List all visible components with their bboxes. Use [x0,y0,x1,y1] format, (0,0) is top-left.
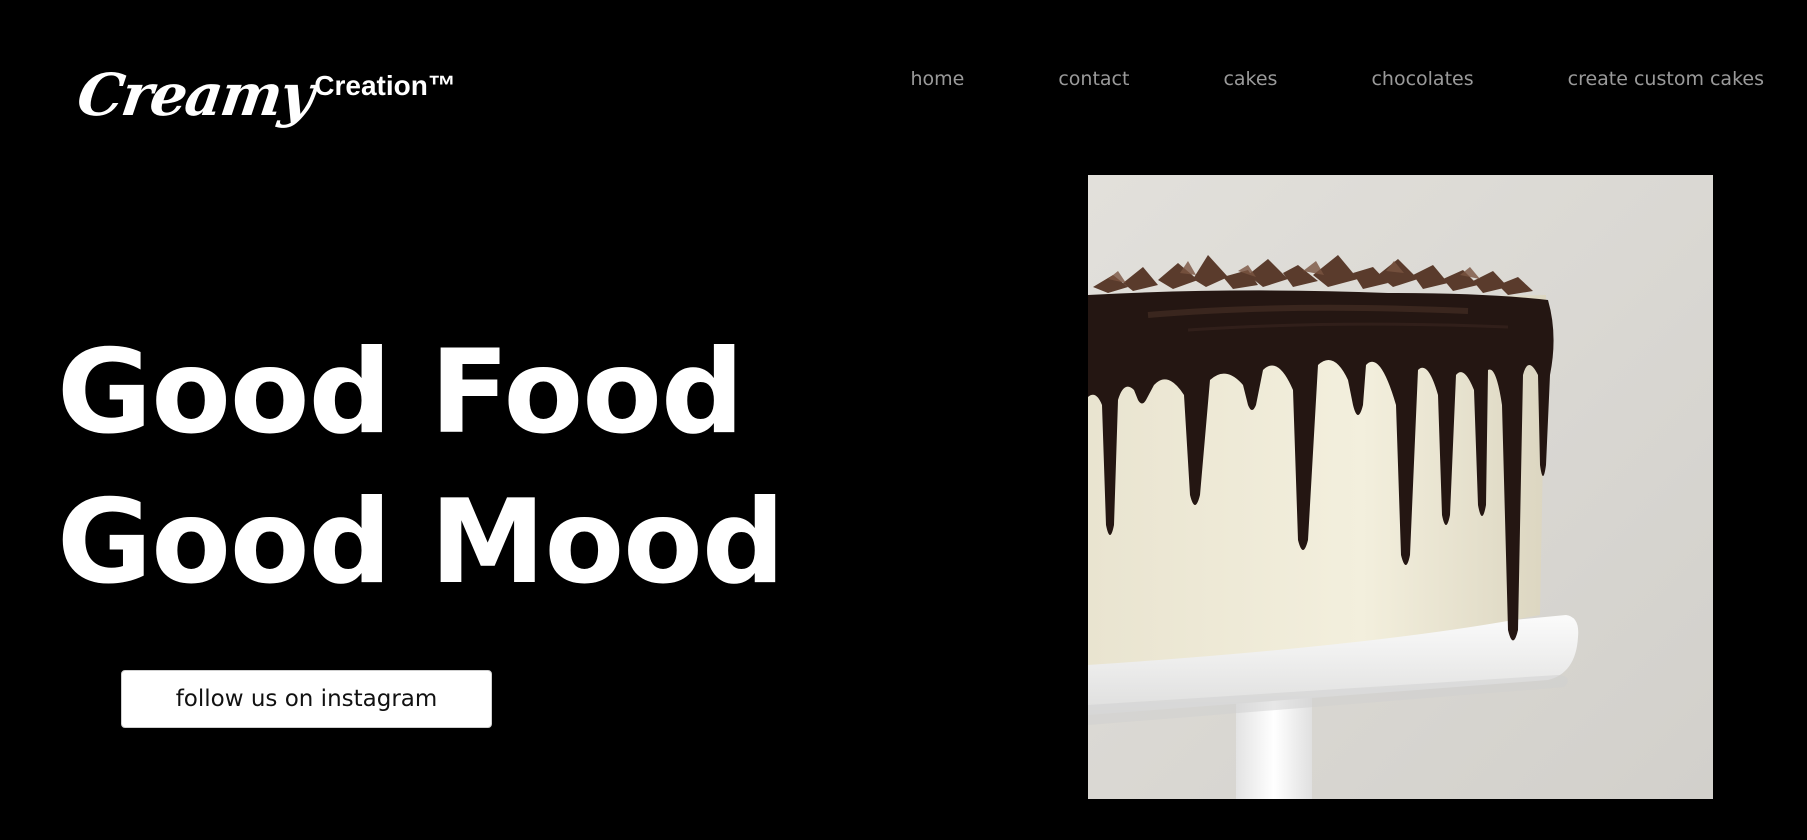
logo-script-text: Creamy [73,61,318,129]
hero-headline: Good Food Good Mood [57,318,785,618]
hero-headline-line-1: Good Food [57,325,744,460]
nav-item-cakes[interactable]: cakes [1223,68,1277,90]
nav-item-contact[interactable]: contact [1058,68,1129,90]
logo-text: Creation™ [314,70,456,101]
nav-item-create-custom-cakes[interactable]: create custom cakes [1568,68,1764,90]
main-nav: home contact cakes chocolates create cus… [910,68,1764,90]
instagram-follow-button[interactable]: follow us on instagram [121,670,492,728]
nav-item-chocolates[interactable]: chocolates [1371,68,1473,90]
hero-headline-line-2: Good Mood [57,475,785,610]
cake-illustration [1088,175,1713,799]
brand-logo[interactable]: Creamy Creation™ [73,28,456,129]
nav-item-home[interactable]: home [910,68,964,90]
cake-photo [1088,175,1713,799]
